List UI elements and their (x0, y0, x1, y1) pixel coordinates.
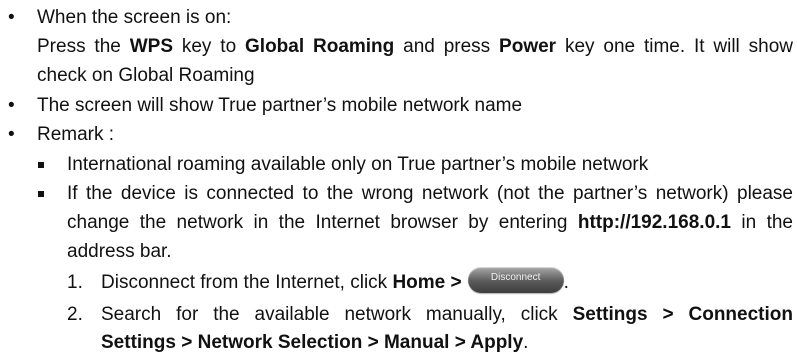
remark-sub2-line2: change the network in the Internet brows… (67, 208, 793, 238)
item1-text: key to (173, 36, 246, 57)
item1-line2: check on Global Roaming (37, 65, 255, 86)
step1-text: Disconnect from the Internet, click Home… (101, 266, 569, 298)
item1-text: key one time. It will show (556, 36, 794, 57)
item1-line1: Press the WPS key to Global Roaming and … (37, 32, 793, 62)
step1-number: 1. (67, 272, 83, 293)
bullet-square (38, 191, 44, 197)
remark-sub2-line1: If the device is connected to the wrong … (67, 183, 793, 204)
step2-number: 2. (67, 304, 83, 325)
bullet-dot: • (8, 95, 15, 116)
remark-text: change the network in the Internet brows… (67, 212, 578, 233)
global-roaming-label: Global Roaming (245, 36, 395, 57)
instruction-page: • When the screen is on: Press the WPS k… (0, 0, 797, 356)
step2-label: Search for the available network manuall… (101, 304, 573, 325)
item2-text: The screen will show True partner’s mobi… (37, 95, 523, 116)
settings-path-part1: Settings > Connection (572, 304, 793, 325)
bullet-dot: • (8, 7, 15, 28)
item1-text: Press the (37, 36, 130, 57)
item1-text: and press (394, 36, 500, 57)
remark-heading: Remark : (37, 124, 115, 145)
item1-heading: When the screen is on: (37, 7, 232, 28)
router-url: http://192.168.0.1 (577, 212, 731, 233)
step2-line1: Search for the available network manuall… (101, 300, 793, 330)
remark-sub2-line3: address bar. (67, 241, 172, 262)
disconnect-button[interactable]: Disconnect (467, 266, 564, 293)
power-key-label: Power (499, 36, 557, 57)
remark-sub1: International roaming available only on … (67, 154, 649, 175)
bullet-square (38, 162, 44, 168)
step1-period: . (563, 272, 569, 293)
wps-key-label: WPS (129, 36, 173, 57)
remark-text: in the (730, 212, 793, 233)
step1-label: Disconnect from the Internet, click (101, 272, 393, 293)
step2-line2: Settings > Network Selection > Manual > … (101, 328, 528, 358)
bullet-dot: • (8, 124, 15, 145)
step2-period: . (523, 332, 529, 353)
settings-path-part2: Settings > Network Selection > Manual > … (101, 332, 524, 353)
home-menu-label: Home > (392, 272, 462, 293)
